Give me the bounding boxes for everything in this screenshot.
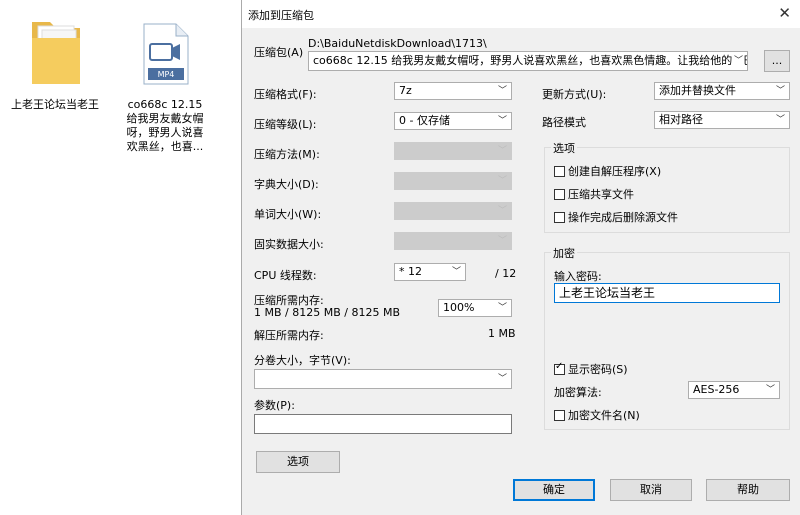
solid-label: 固实数据大小: xyxy=(254,238,324,251)
chevron-down-icon: ﹀ xyxy=(497,86,507,96)
level-value: 0 - 仅存储 xyxy=(399,114,450,127)
chevron-down-icon: ﹀ xyxy=(497,116,507,126)
method-label: 压缩方法(M): xyxy=(254,148,320,161)
params-input[interactable] xyxy=(254,414,512,434)
title-bar: 添加到压缩包 ✕ xyxy=(242,0,800,28)
file-badge: MP4 xyxy=(157,70,175,79)
word-select[interactable]: ﹀ xyxy=(394,202,512,220)
enc-method-select[interactable]: AES-256 ﹀ xyxy=(688,381,780,399)
help-button[interactable]: 帮助 xyxy=(706,479,790,501)
close-icon[interactable]: ✕ xyxy=(778,4,791,22)
checkmark-icon: ✓ xyxy=(555,361,564,372)
dialog-title: 添加到压缩包 xyxy=(248,9,314,22)
mem-compress-value: 1 MB / 8125 MB / 8125 MB xyxy=(254,306,400,319)
pathmode-select[interactable]: 相对路径 ﹀ xyxy=(654,111,790,129)
show-password-checkbox[interactable]: ✓ 显示密码(S) xyxy=(554,361,628,377)
level-label: 压缩等级(L): xyxy=(254,118,317,131)
update-value: 添加并替换文件 xyxy=(659,84,736,97)
solid-select[interactable]: ﹀ xyxy=(394,232,512,250)
folder-icon xyxy=(32,22,80,84)
chevron-down-icon: ﹀ xyxy=(775,86,785,96)
chevron-down-icon: ﹀ xyxy=(765,385,775,395)
format-select[interactable]: 7z ﹀ xyxy=(394,82,512,100)
add-to-archive-dialog: 添加到压缩包 ✕ 压缩包(A) D:\BaiduNetdiskDownload\… xyxy=(241,0,800,515)
mem-decompress-value: 1 MB xyxy=(488,327,516,340)
split-label: 分卷大小，字节(V): xyxy=(254,354,351,367)
method-select[interactable]: ﹀ xyxy=(394,142,512,160)
level-select[interactable]: 0 - 仅存储 ﹀ xyxy=(394,112,512,130)
dict-select[interactable]: ﹀ xyxy=(394,172,512,190)
pathmode-label: 路径模式 xyxy=(542,116,586,129)
checkbox-box[interactable] xyxy=(554,212,565,223)
delete-label: 操作完成后删除源文件 xyxy=(568,211,678,224)
cpu-label: CPU 线程数: xyxy=(254,269,317,282)
options-group-title: 选项 xyxy=(551,140,577,156)
shared-label: 压缩共享文件 xyxy=(568,188,634,201)
split-combo[interactable]: ﹀ xyxy=(254,369,512,389)
chevron-down-icon: ﹀ xyxy=(451,267,461,277)
encryption-group-title: 加密 xyxy=(551,245,577,261)
chevron-down-icon: ﹀ xyxy=(497,176,507,186)
update-label: 更新方式(U): xyxy=(542,88,607,101)
checkbox-box[interactable]: ✓ xyxy=(554,361,565,375)
options-button[interactable]: 选项 xyxy=(256,451,340,473)
params-label: 参数(P): xyxy=(254,399,295,412)
encrypt-names-checkbox[interactable]: 加密文件名(N) xyxy=(554,407,640,423)
chevron-down-icon: ﹀ xyxy=(731,52,743,70)
archive-name-value: co668c 12.15 给我男友戴女帽呀，野男人说喜欢黑丝，也喜欢黑色情趣。让… xyxy=(313,54,748,67)
ok-button[interactable]: 确定 xyxy=(513,479,595,501)
file-label: co668c 12.15 给我男友戴女帽呀，野男人说喜欢黑丝，也喜... xyxy=(126,98,204,153)
archive-path: D:\BaiduNetdiskDownload\1713\ xyxy=(308,37,487,50)
cpu-total: / 12 xyxy=(495,267,517,280)
archive-name-combo[interactable]: co668c 12.15 给我男友戴女帽呀，野男人说喜欢黑丝，也喜欢黑色情趣。让… xyxy=(308,51,748,71)
password-label: 输入密码: xyxy=(554,270,602,283)
enc-method-value: AES-256 xyxy=(693,383,740,396)
mem-percent-value: 100% xyxy=(443,301,475,314)
chevron-down-icon: ﹀ xyxy=(497,146,507,156)
sfx-checkbox[interactable]: 创建自解压程序(X) xyxy=(554,163,661,179)
chevron-down-icon: ﹀ xyxy=(775,115,785,125)
shared-checkbox[interactable]: 压缩共享文件 xyxy=(554,186,634,202)
format-label: 压缩格式(F): xyxy=(254,88,317,101)
enc-method-label: 加密算法: xyxy=(554,386,602,399)
cancel-button[interactable]: 取消 xyxy=(610,479,692,501)
checkbox-box[interactable] xyxy=(554,410,565,421)
word-label: 单词大小(W): xyxy=(254,208,322,221)
encrypt-names-label: 加密文件名(N) xyxy=(568,409,640,422)
archive-label: 压缩包(A) xyxy=(254,46,304,59)
sfx-label: 创建自解压程序(X) xyxy=(568,165,662,178)
delete-checkbox[interactable]: 操作完成后删除源文件 xyxy=(554,209,678,225)
format-value: 7z xyxy=(399,84,412,97)
pathmode-value: 相对路径 xyxy=(659,113,703,126)
mem-percent-select[interactable]: 100% ﹀ xyxy=(438,299,512,317)
chevron-down-icon: ﹀ xyxy=(497,236,507,246)
chevron-down-icon: ﹀ xyxy=(497,374,507,384)
chevron-down-icon: ﹀ xyxy=(497,303,507,313)
password-input[interactable]: 上老王论坛当老王 xyxy=(554,283,780,303)
dict-label: 字典大小(D): xyxy=(254,178,319,191)
checkbox-box[interactable] xyxy=(554,166,565,177)
mem-decompress-label: 解压所需内存: xyxy=(254,329,324,342)
checkbox-box[interactable] xyxy=(554,189,565,200)
show-password-label: 显示密码(S) xyxy=(568,363,628,376)
chevron-down-icon: ﹀ xyxy=(497,206,507,216)
desktop-file[interactable]: MP4 co668c 12.15 给我男友戴女帽呀，野男人说喜欢黑丝，也喜... xyxy=(118,10,212,160)
cpu-value: * 12 xyxy=(399,265,422,278)
cpu-select[interactable]: * 12 ﹀ xyxy=(394,263,466,281)
desktop-folder[interactable]: 上老王论坛当老王 xyxy=(8,10,102,130)
browse-button[interactable]: ... xyxy=(764,50,790,72)
folder-label: 上老王论坛当老王 xyxy=(11,98,99,111)
update-select[interactable]: 添加并替换文件 ﹀ xyxy=(654,82,790,100)
